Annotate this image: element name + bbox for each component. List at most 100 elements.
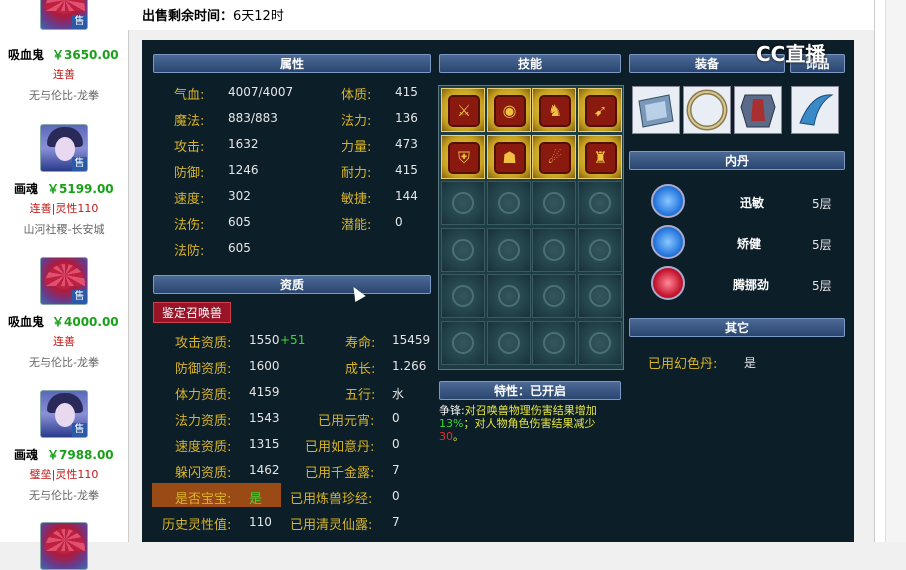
apt-label: 防御资质: [175,362,232,377]
shield-icon[interactable]: ⛨ [441,134,485,179]
scrollbar[interactable] [885,0,906,542]
attr-label: 力量: [341,140,372,155]
pet-name[interactable]: 画魂 [14,446,38,463]
apt-value: 是 [249,492,263,507]
armor-icon[interactable] [734,86,782,134]
apt-value: 1.266 [392,359,427,373]
empty-skill-slot[interactable] [532,320,576,365]
other-value: 是 [744,356,757,370]
empty-skill-slot[interactable] [577,181,622,225]
owl-icon[interactable]: ☗ [486,134,531,179]
sword-icon[interactable]: ⚔ [441,88,485,132]
apt-value: 1543 [249,411,280,425]
apt-value: 0 [392,489,400,503]
other-label: 已用幻色丹: [648,357,718,372]
trait-header: 特性：已开启 [439,381,621,400]
mask-icon[interactable]: ♜ [577,134,622,179]
apt-value: 7 [392,515,400,529]
pet-name[interactable]: 吸血鬼 [8,313,44,330]
bow-icon[interactable]: ➹ [577,88,622,132]
pet-avatar[interactable]: 售 [40,390,88,438]
attr-label: 气血: [174,88,205,103]
pet-price: ￥3650.00 [52,48,119,62]
skills-grid: ⚔ ◉ ♞ ➹ ⛨ ☗ ☄ ♜ [438,85,624,370]
neidan-header: 内丹 [629,151,845,170]
apt-value: 0 [392,411,400,425]
agility-core-icon[interactable] [651,184,685,218]
empty-skill-slot[interactable] [532,227,576,272]
sell-badge: 售 [72,157,87,171]
attributes-header: 属性 [153,54,431,73]
pet-server: 无与伦比-龙拳 [29,89,99,102]
apt-value: 1550 [249,333,280,347]
empty-skill-slot[interactable] [486,227,531,272]
pet-name[interactable]: 画魂 [14,180,38,197]
attr-label: 法防: [174,244,205,259]
sell-badge: 售 [72,15,87,29]
apt-label: 已用千金露: [305,466,375,481]
eye-icon[interactable]: ◉ [486,88,531,132]
empty-skill-slot[interactable] [486,274,531,318]
apt-value: 1462 [249,463,280,477]
empty-skill-slot[interactable] [486,320,531,365]
empty-skill-slot[interactable] [441,181,485,225]
empty-skill-slot[interactable] [577,274,622,318]
apt-label: 是否宝宝: [175,492,232,507]
identify-pet-button[interactable]: 鉴定召唤兽 [153,302,231,323]
pet-avatar[interactable]: 售 [40,124,88,172]
evasion-core-icon[interactable] [651,266,685,300]
pet-tags: 连善 [53,335,75,348]
attr-value: 144 [395,189,418,203]
empty-skill-slot[interactable] [532,274,576,318]
apt-label: 已用元宵: [318,414,375,429]
others-header: 其它 [629,318,845,337]
apt-label: 历史灵性值: [162,518,232,533]
attr-value: 136 [395,111,418,125]
pet-price: ￥7988.00 [47,448,114,462]
neidan-level: 5层 [812,279,832,293]
attr-label: 潜能: [341,218,372,233]
pet-avatar[interactable]: 售 [40,0,88,30]
sale-countdown: 出售剩余时间：6天12时 [142,9,284,24]
empty-skill-slot[interactable] [486,181,531,225]
empty-skill-slot[interactable] [577,320,622,365]
neidan-name: 腾挪劲 [733,278,770,292]
attr-value: 415 [395,163,418,177]
attr-label: 攻击: [174,140,205,155]
apt-value: 1315 [249,437,280,451]
pet-server: 无与伦比-龙拳 [29,356,99,369]
apt-value: 4159 [249,385,280,399]
apt-label: 躲闪资质: [175,466,232,481]
attr-value: 605 [228,215,251,229]
attr-value: 0 [395,215,403,229]
empty-skill-slot[interactable] [441,274,485,318]
pet-price: ￥4000.00 [52,315,119,329]
empty-skill-slot[interactable] [441,320,485,365]
blade-icon[interactable] [791,86,839,134]
empty-skill-slot[interactable] [532,181,576,225]
apt-label: 已用炼兽珍经: [290,492,373,507]
attr-value: 473 [395,137,418,151]
pet-listing-sidebar: 售 吸血鬼 ￥3650.00 连善 无与伦比-龙拳 售 画魂 ￥5199.00 … [0,0,129,570]
neidan-name: 矫健 [737,237,762,251]
apt-value: 110 [249,515,272,529]
bracer-icon[interactable] [632,86,680,134]
attr-value: 302 [228,189,251,203]
attr-label: 魔法: [174,114,205,129]
figure-icon[interactable]: ♞ [532,88,576,132]
pet-name[interactable]: 吸血鬼 [8,46,44,63]
apt-value: 7 [392,463,400,477]
beast-icon[interactable]: ☄ [532,134,576,179]
empty-skill-slot[interactable] [577,227,622,272]
empty-skill-slot[interactable] [441,227,485,272]
ring-icon[interactable] [683,86,731,134]
attr-label: 防御: [174,166,205,181]
vigor-core-icon[interactable] [651,225,685,259]
cc-live-watermark: CC直播 [756,42,826,66]
attr-label: 速度: [174,192,205,207]
pet-tags: 连善|灵性110 [29,202,99,215]
apt-label: 寿命: [345,336,376,351]
neidan-level: 5层 [812,238,832,252]
pet-avatar[interactable] [40,522,88,570]
pet-avatar[interactable]: 售 [40,257,88,305]
